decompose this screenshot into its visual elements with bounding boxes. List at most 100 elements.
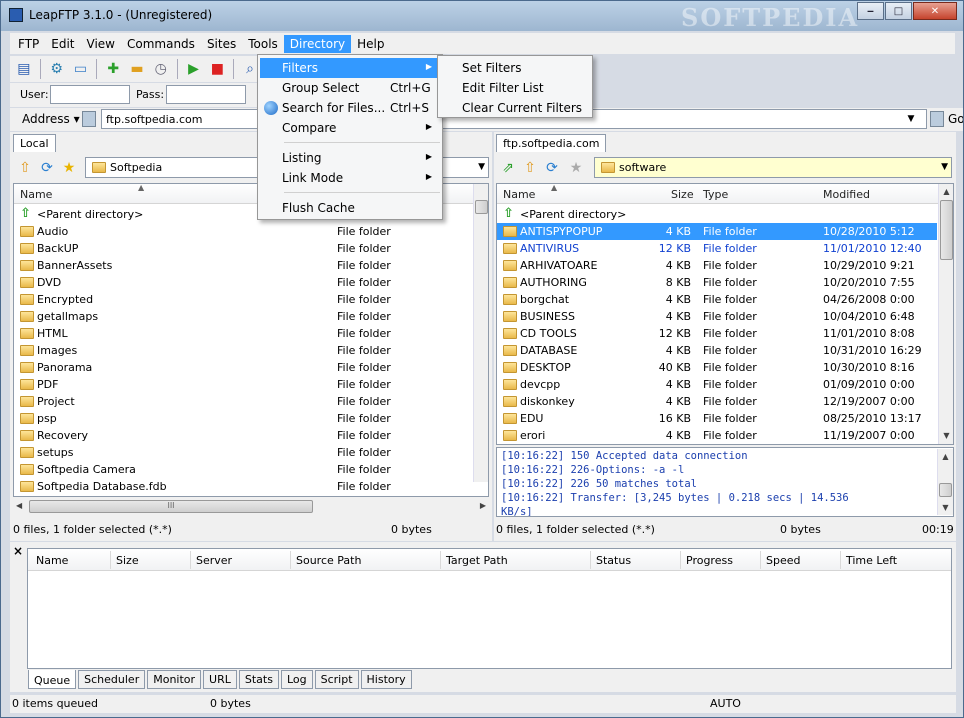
table-row[interactable]: BUSINESS 4 KB File folder 10/04/2010 6:48 bbox=[497, 308, 937, 325]
table-row[interactable]: DVD File folder bbox=[14, 274, 472, 291]
tab-log[interactable]: Log bbox=[280, 670, 313, 689]
tab-remote[interactable]: ftp.softpedia.com bbox=[496, 134, 607, 152]
tab-local[interactable]: Local bbox=[13, 134, 56, 152]
queue-column-server[interactable]: Server bbox=[196, 554, 232, 567]
menu-ftp[interactable]: FTP bbox=[12, 35, 45, 53]
menu-commands[interactable]: Commands bbox=[121, 35, 201, 53]
scroll-left-icon[interactable]: ◀ bbox=[16, 501, 22, 510]
menu-item-set-filters[interactable]: Set Filters bbox=[440, 58, 590, 78]
table-row[interactable]: EDU 16 KB File folder 08/25/2010 13:17 bbox=[497, 410, 937, 427]
clock-icon[interactable]: ◷ bbox=[151, 59, 171, 79]
site-manager-icon[interactable]: ▤ bbox=[14, 59, 34, 79]
table-row[interactable]: ANTIVIRUS 12 KB File folder 11/01/2010 12:4… bbox=[497, 240, 937, 257]
pass-input[interactable] bbox=[166, 85, 246, 104]
tab-queue[interactable]: Queue bbox=[28, 670, 77, 689]
column-type[interactable]: Type bbox=[703, 188, 728, 201]
table-row[interactable]: getallmaps File folder bbox=[14, 308, 472, 325]
table-row[interactable]: Audio File folder bbox=[14, 223, 472, 240]
tab-history[interactable]: History bbox=[360, 670, 412, 689]
go-button[interactable]: Go bbox=[948, 112, 963, 126]
column-name[interactable]: Name bbox=[503, 188, 535, 201]
local-vscroll[interactable] bbox=[473, 184, 488, 482]
menu-item-filters[interactable]: Filters ▶ bbox=[260, 58, 440, 78]
table-row[interactable]: BackUP File folder bbox=[14, 240, 472, 257]
scroll-right-icon[interactable]: ▶ bbox=[480, 501, 486, 510]
table-row[interactable]: DATABASE 4 KB File folder 10/31/2010 16:29 bbox=[497, 342, 937, 359]
queue-column-target-path[interactable]: Target Path bbox=[446, 554, 508, 567]
parent-folder-icon[interactable]: ⇧ bbox=[520, 158, 540, 178]
queue-column-status[interactable]: Status bbox=[596, 554, 631, 567]
menu-tools[interactable]: Tools bbox=[242, 35, 284, 53]
tab-monitor[interactable]: Monitor bbox=[147, 670, 202, 689]
table-row[interactable]: Softpedia Database.fdb File folder bbox=[14, 478, 472, 495]
tab-url[interactable]: URL bbox=[203, 670, 237, 689]
queue-list[interactable]: Name Size Server Source Path Target Path Stat… bbox=[27, 548, 952, 669]
menu-edit[interactable]: Edit bbox=[45, 35, 80, 53]
table-row[interactable]: Softpedia Camera File folder bbox=[14, 461, 472, 478]
table-row[interactable]: setups File folder bbox=[14, 444, 472, 461]
table-row[interactable]: diskonkey 4 KB File folder 12/19/2007 0:00 bbox=[497, 393, 937, 410]
table-row[interactable]: devcpp 4 KB File folder 01/09/2010 0:00 bbox=[497, 376, 937, 393]
tab-stats[interactable]: Stats bbox=[238, 670, 279, 689]
menu-item-group-select[interactable]: Group Select Ctrl+G bbox=[260, 78, 440, 98]
table-row[interactable]: erori 4 KB File folder 11/19/2007 0:00 bbox=[497, 427, 937, 444]
menu-item-link-mode[interactable]: Link Mode ▶ bbox=[260, 168, 440, 188]
remote-file-list[interactable]: Name ▲ Size Type Modified ⇧ <Parent direc… bbox=[496, 183, 954, 445]
table-row[interactable]: Project File folder bbox=[14, 393, 472, 410]
menu-item-clear-current-filters[interactable]: Clear Current Filters bbox=[440, 98, 590, 118]
play-icon[interactable]: ▶ bbox=[184, 59, 204, 79]
queue-column-source-path[interactable]: Source Path bbox=[296, 554, 361, 567]
menu-directory[interactable]: Directory bbox=[283, 34, 352, 53]
folder-icon[interactable]: ▭ bbox=[71, 59, 91, 79]
go-icon[interactable] bbox=[930, 111, 944, 127]
queue-column-time-left[interactable]: Time Left bbox=[846, 554, 897, 567]
queue-column-size[interactable]: Size bbox=[116, 554, 139, 567]
remove-icon[interactable]: ▬ bbox=[127, 59, 147, 79]
menu-help[interactable]: Help bbox=[351, 35, 390, 53]
table-row[interactable]: psp File folder bbox=[14, 410, 472, 427]
table-row[interactable]: Recovery File folder bbox=[14, 427, 472, 444]
table-row[interactable]: DESKTOP 40 KB File folder 10/30/2010 8:16 bbox=[497, 359, 937, 376]
table-row[interactable]: HTML File folder bbox=[14, 325, 472, 342]
queue-column-name[interactable]: Name bbox=[36, 554, 68, 567]
table-row[interactable]: AUTHORING 8 KB File folder 10/20/2010 7:55 bbox=[497, 274, 937, 291]
maximize-button[interactable]: □ bbox=[885, 2, 912, 20]
table-row[interactable]: BannerAssets File folder bbox=[14, 257, 472, 274]
menu-view[interactable]: View bbox=[81, 35, 121, 53]
menu-sites[interactable]: Sites bbox=[201, 35, 242, 53]
address-label[interactable]: Address ▾ bbox=[22, 112, 80, 126]
table-row[interactable]: CD TOOLS 12 KB File folder 11/01/2010 8:08 bbox=[497, 325, 937, 342]
tab-script[interactable]: Script bbox=[314, 670, 359, 689]
table-row[interactable]: ANTISPYPOPUP 4 KB File folder 10/28/2010 5:… bbox=[497, 223, 937, 240]
table-row[interactable]: Encrypted File folder bbox=[14, 291, 472, 308]
table-row[interactable]: borgchat 4 KB File folder 04/26/2008 0:00 bbox=[497, 291, 937, 308]
column-size[interactable]: Size bbox=[671, 188, 694, 201]
settings-icon[interactable]: ⚙ bbox=[47, 59, 67, 79]
menu-item-compare[interactable]: Compare ▶ bbox=[260, 118, 440, 138]
table-row[interactable]: Images File folder bbox=[14, 342, 472, 359]
remote-vscroll[interactable]: ▲ ▼ bbox=[938, 184, 953, 444]
close-icon[interactable]: × bbox=[13, 544, 23, 558]
menu-item-flush-cache[interactable]: Flush Cache bbox=[260, 198, 440, 218]
queue-column-speed[interactable]: Speed bbox=[766, 554, 800, 567]
table-row[interactable]: ARHIVATOARE 4 KB File folder 10/29/2010 9:2… bbox=[497, 257, 937, 274]
remote-path-combo[interactable]: software ▼ bbox=[594, 157, 952, 178]
chevron-down-icon[interactable]: ▼ bbox=[903, 110, 919, 128]
favorites-icon[interactable]: ★ bbox=[566, 158, 586, 178]
stop-icon[interactable]: ■ bbox=[207, 59, 227, 79]
refresh-icon[interactable]: ⟳ bbox=[542, 158, 562, 178]
menu-item-edit-filter-list[interactable]: Edit Filter List bbox=[440, 78, 590, 98]
log-vscroll[interactable]: ▲ ▼ bbox=[937, 449, 953, 515]
queue-column-progress[interactable]: Progress bbox=[686, 554, 733, 567]
column-name[interactable]: Name bbox=[20, 188, 52, 201]
local-file-list[interactable]: Name ▲ ⇧ <Parent directory> Audio File fold… bbox=[13, 183, 489, 497]
user-input[interactable] bbox=[50, 85, 130, 104]
refresh-icon[interactable]: ⟳ bbox=[37, 158, 57, 178]
table-row[interactable]: PDF File folder bbox=[14, 376, 472, 393]
table-row[interactable]: Panorama File folder bbox=[14, 359, 472, 376]
title-bar[interactable]: LeapFTP 3.1.0 - (Unregistered) SOFTPEDIA… bbox=[1, 1, 963, 32]
favorites-icon[interactable]: ★ bbox=[59, 158, 79, 178]
tab-scheduler[interactable]: Scheduler bbox=[78, 670, 146, 689]
log-panel[interactable]: [10:16:22] 150 Accepted data connection [… bbox=[496, 447, 954, 517]
minimize-button[interactable]: ‒ bbox=[857, 2, 884, 20]
